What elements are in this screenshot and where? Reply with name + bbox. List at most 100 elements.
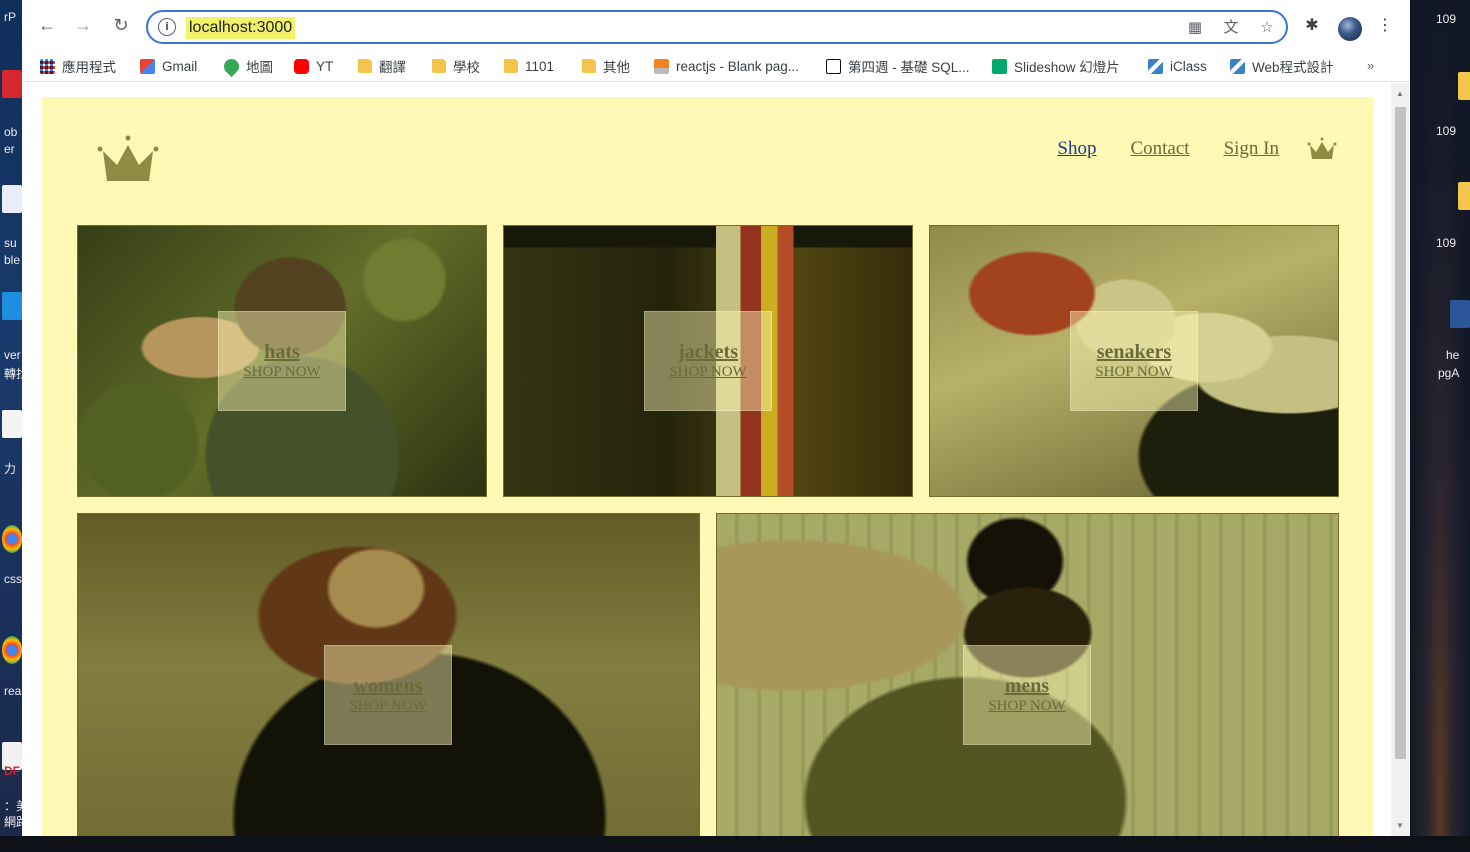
desktop-label: ver [4,348,21,362]
bookmark-label: iClass [1170,58,1207,74]
shop-now-link[interactable]: SHOP NOW [349,697,426,715]
browser-toolbar: ← → ↻ i localhost:3000 ▦ 文 ☆ ✱ ⋮ [22,0,1410,50]
bookmark-label: 其他 [603,60,630,75]
translate-icon[interactable]: 文 [1222,19,1240,37]
desktop-right-strip: 109 109 109 he pgA [1410,0,1470,852]
chrome-icon[interactable] [2,636,22,664]
scroll-up-icon[interactable]: ▲ [1396,89,1404,98]
shield-app-icon[interactable] [2,185,22,213]
scroll-down-icon[interactable]: ▼ [1396,821,1404,830]
desktop-label: 力 [4,462,17,476]
bookmark-folder[interactable]: 翻譯 [358,55,406,77]
desktop-label: ob [4,125,18,139]
category-card[interactable]: hats SHOP NOW [218,311,346,411]
bookmark-notion[interactable]: 第四週 - 基礎 SQL... [826,55,970,77]
nav-sign-in-link[interactable]: Sign In [1224,138,1279,160]
category-card[interactable]: womens SHOP NOW [324,645,452,745]
address-bar[interactable]: i localhost:3000 ▦ 文 ☆ [146,10,1288,44]
category-card[interactable]: jackets SHOP NOW [644,311,772,411]
desktop-label: rP [4,10,16,24]
nav-shop-link[interactable]: Shop [1057,138,1096,160]
category-card[interactable]: senakers SHOP NOW [1070,311,1198,411]
bookmark-gmail[interactable]: Gmail [140,55,197,77]
folder-icon [504,59,518,73]
desktop-label: 轉找 [4,367,22,381]
back-arrow-icon[interactable]: ← [36,14,58,36]
word-file-icon[interactable] [1450,300,1470,328]
bookmarks-bar: 應用程式 Gmail 地圖 YT 翻譯 學校 1101 其他 reactjs -… [22,50,1410,82]
bookmark-folder[interactable]: 學校 [432,55,480,77]
folder-icon [582,59,596,73]
bookmark-label: 翻譯 [379,60,406,75]
bookmark-w3schools[interactable]: Slideshow 幻燈片 [992,55,1120,77]
bookmark-label: Slideshow 幻燈片 [1014,60,1120,75]
category-card[interactable]: mens SHOP NOW [963,645,1091,745]
shop-now-link[interactable]: SHOP NOW [669,363,746,381]
puzzle-icon[interactable]: ✱ [1302,16,1322,36]
scrollbar-thumb[interactable] [1395,107,1406,759]
converter-app-icon[interactable] [2,292,22,320]
category-title: mens [1004,675,1050,697]
bookmark-folder[interactable]: 1101 [504,55,554,77]
star-icon[interactable]: ☆ [1258,19,1276,37]
desktop-label: 網路 [4,815,22,829]
category-tile-senakers[interactable]: senakers SHOP NOW [929,225,1339,497]
category-tile-mens[interactable]: mens SHOP NOW [716,513,1339,836]
bookmark-reactjs[interactable]: reactjs - Blank pag... [654,55,799,77]
desktop-label: su [4,236,17,250]
desktop-left-strip: rP ob er su ble ver 轉找 力 css rea DF ：美 網… [0,0,22,852]
category-tile-jackets[interactable]: jackets SHOP NOW [503,225,913,497]
nav-contact-link[interactable]: Contact [1130,138,1189,160]
category-tile-hats[interactable]: hats SHOP NOW [77,225,487,497]
iclass-icon [1230,58,1245,74]
bookmark-label: Gmail [162,58,198,74]
bookmark-label: 1101 [525,58,555,74]
desktop-label: rea [4,684,22,698]
qr-code-icon[interactable]: ▦ [1186,19,1204,37]
crown-logo-icon[interactable] [97,135,159,185]
browser-window: ← → ↻ i localhost:3000 ▦ 文 ☆ ✱ ⋮ 應用程式 Gm… [22,0,1410,836]
gmail-icon [140,58,155,74]
w3schools-icon [992,58,1007,74]
bookmark-iclass[interactable]: iClass [1148,55,1207,77]
shop-now-link[interactable]: SHOP NOW [1095,363,1172,381]
app-icon[interactable] [2,410,22,438]
page-viewport: Shop Contact Sign In hats SHOP NOW jacke… [22,83,1410,836]
youtube-icon [294,58,309,74]
page-scrollbar[interactable]: ▲ ▼ [1391,83,1410,836]
folder-icon [432,59,446,73]
taskbar-edge [0,836,1470,852]
category-title: womens [353,675,423,697]
shop-now-link[interactable]: SHOP NOW [243,363,320,381]
header-nav: Shop Contact Sign In [1057,135,1337,163]
bookmark-maps[interactable]: 地圖 [220,55,273,77]
folder-icon[interactable] [1458,182,1470,210]
bookmark-web-programming[interactable]: Web程式設計 [1230,55,1334,77]
bookmark-youtube[interactable]: YT [294,55,333,77]
reload-icon[interactable]: ↻ [110,14,132,36]
forward-arrow-icon[interactable]: → [72,14,94,36]
kebab-menu-icon[interactable]: ⋮ [1375,16,1395,36]
chrome-icon[interactable] [2,525,22,553]
desktop-label: ：美 [4,799,22,813]
category-title: hats [264,341,300,363]
maps-pin-icon [220,55,243,77]
url-input[interactable]: localhost:3000 [186,17,296,39]
category-title: senakers [1096,341,1172,363]
acrobat-icon[interactable] [2,70,22,98]
shop-now-link[interactable]: SHOP NOW [988,697,1065,715]
bookmark-apps[interactable]: 應用程式 [40,55,116,77]
category-tile-womens[interactable]: womens SHOP NOW [77,513,700,836]
more-bookmarks-button[interactable]: » [1367,58,1374,73]
apps-grid-icon [40,58,55,74]
desktop-label: 109 [1436,236,1457,250]
desktop-label: DF [4,764,20,778]
bookmark-label: 學校 [453,60,480,75]
folder-icon[interactable] [1458,72,1470,100]
avatar[interactable] [1338,17,1362,41]
info-icon[interactable]: i [158,18,176,36]
desktop-label: css [4,572,22,586]
crown-icon[interactable] [1307,137,1337,161]
bookmark-folder[interactable]: 其他 [582,55,630,77]
desktop-label: he [1446,348,1460,362]
